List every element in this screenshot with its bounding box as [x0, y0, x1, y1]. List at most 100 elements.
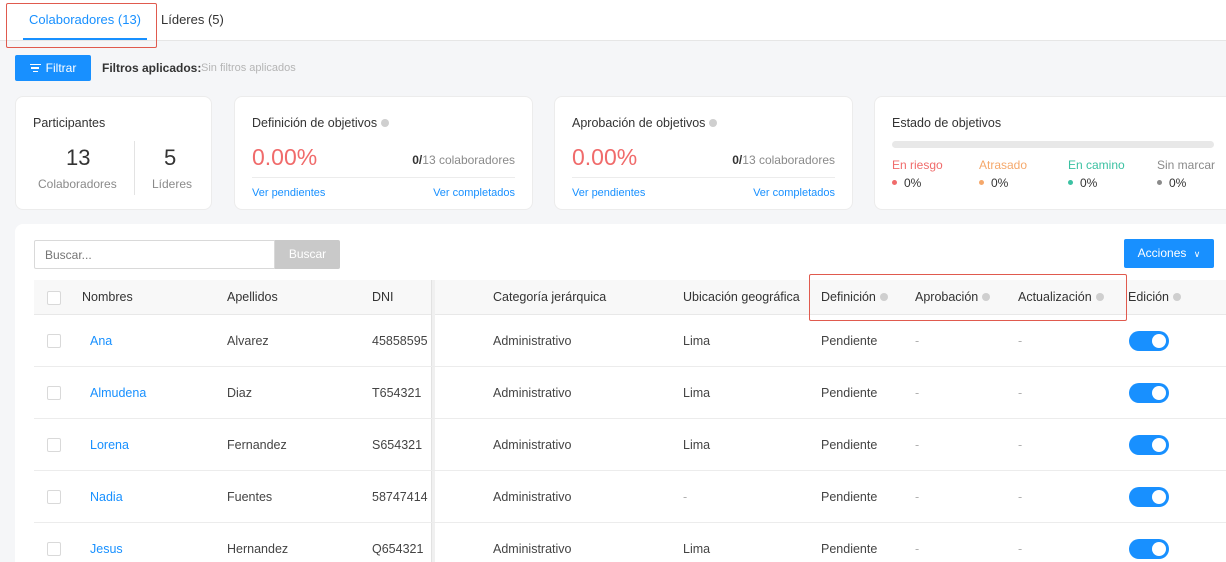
row-definicion: Pendiente — [821, 386, 878, 400]
row-aprobacion: - — [915, 334, 920, 348]
definition-divider — [252, 177, 515, 178]
row-checkbox[interactable] — [47, 542, 61, 556]
approval-completed-link[interactable]: Ver completados — [753, 187, 835, 199]
row-aprobacion: - — [915, 438, 920, 452]
row-definicion: Pendiente — [821, 438, 878, 452]
filter-icon — [29, 63, 41, 73]
row-actualizacion: - — [1018, 438, 1023, 452]
header-dni[interactable]: DNI — [372, 280, 394, 315]
status-value: 0% — [1068, 176, 1125, 190]
row-actualizacion: - — [1018, 334, 1023, 348]
status-value: 0% — [979, 176, 1027, 190]
status-value: 0% — [1157, 176, 1215, 190]
status-label: En riesgo — [892, 158, 943, 172]
definition-title-text: Definición de objetivos — [252, 116, 378, 130]
approval-ratio-num: 0/ — [732, 153, 743, 167]
approval-percent: 0.00% — [572, 144, 638, 170]
row-ubicacion: Lima — [683, 438, 711, 452]
actions-button-label: Acciones — [1137, 246, 1187, 260]
row-aprobacion: - — [915, 386, 920, 400]
header-edicion[interactable]: Edición — [1128, 280, 1181, 315]
definition-title: Definición de objetivos — [252, 116, 390, 130]
row-apellido: Alvarez — [227, 334, 269, 348]
applied-filters-value: Sin filtros aplicados — [201, 62, 296, 74]
approval-title: Aprobación de objetivos — [572, 116, 718, 130]
definition-ratio: 0/13 colaboradores — [412, 153, 515, 167]
table-row: Almudena Diaz T654321 Administrativo Lim… — [34, 367, 1226, 419]
search-input[interactable] — [34, 240, 275, 269]
status-label: Sin marcar — [1157, 158, 1216, 172]
row-checkbox[interactable] — [47, 438, 61, 452]
edicion-toggle[interactable] — [1129, 539, 1169, 559]
row-dni: S654321 — [372, 438, 423, 452]
row-categoria: Administrativo — [493, 386, 572, 400]
tab-lideres-label: Líderes (5) — [161, 12, 224, 27]
status-title: Estado de objetivos — [892, 116, 1002, 130]
table-row: Lorena Fernandez S654321 Administrativo … — [34, 419, 1226, 471]
row-nombre-link[interactable]: Almudena — [90, 367, 146, 419]
header-categoria[interactable]: Categoría jerárquica — [493, 280, 606, 315]
row-ubicacion: Lima — [683, 542, 711, 556]
participants-card: Participantes 13 Colaboradores 5 Líderes — [15, 96, 212, 210]
row-checkbox[interactable] — [47, 490, 61, 504]
status-progress-bar — [892, 141, 1214, 148]
row-nombre-link[interactable]: Nadia — [90, 471, 123, 523]
status-label: Atrasado — [979, 158, 1028, 172]
status-en-camino: En camino 0% — [1068, 158, 1125, 190]
row-checkbox[interactable] — [47, 386, 61, 400]
status-label: En camino — [1068, 158, 1125, 172]
edicion-toggle[interactable] — [1129, 383, 1169, 403]
row-definicion: Pendiente — [821, 334, 878, 348]
edicion-toggle[interactable] — [1129, 487, 1169, 507]
info-icon[interactable] — [381, 119, 390, 127]
search-button[interactable]: Buscar — [275, 240, 340, 269]
row-actualizacion: - — [1018, 490, 1023, 504]
participants-divider — [134, 141, 135, 195]
collaborators-label: Colaboradores — [38, 177, 117, 191]
edicion-toggle[interactable] — [1129, 435, 1169, 455]
actions-button[interactable]: Acciones ∨ — [1124, 239, 1214, 268]
applied-filters-label: Filtros aplicados: — [102, 61, 202, 75]
approval-title-text: Aprobación de objetivos — [572, 116, 706, 130]
row-actualizacion: - — [1018, 542, 1023, 556]
row-dni: Q654321 — [372, 542, 424, 556]
status-value: 0% — [892, 176, 943, 190]
definition-pending-link[interactable]: Ver pendientes — [252, 187, 325, 199]
edicion-toggle[interactable] — [1129, 331, 1169, 351]
row-checkbox[interactable] — [47, 334, 61, 348]
row-nombre-link[interactable]: Jesus — [90, 523, 123, 562]
row-ubicacion: - — [683, 490, 688, 504]
approval-pending-link[interactable]: Ver pendientes — [572, 187, 645, 199]
header-apellidos[interactable]: Apellidos — [227, 280, 278, 315]
select-all-checkbox[interactable] — [47, 291, 61, 305]
tab-lideres[interactable]: Líderes (5) — [161, 0, 224, 40]
header-nombres[interactable]: Nombres — [82, 280, 133, 315]
filter-button-label: Filtrar — [45, 61, 77, 75]
row-nombre-link[interactable]: Ana — [90, 315, 112, 367]
row-categoria: Administrativo — [493, 334, 572, 348]
table-row: Jesus Hernandez Q654321 Administrativo L… — [34, 523, 1226, 562]
leaders-count: 5 — [164, 145, 177, 170]
definition-completed-link[interactable]: Ver completados — [433, 187, 515, 199]
row-dni: 45858595 — [372, 334, 428, 348]
row-nombre-link[interactable]: Lorena — [90, 419, 129, 471]
row-aprobacion: - — [915, 542, 920, 556]
approval-card: Aprobación de objetivos 0.00% 0/13 colab… — [554, 96, 853, 210]
row-apellido: Fuentes — [227, 490, 273, 504]
objectives-status-card: Estado de objetivos En riesgo 0% Atrasad… — [874, 96, 1226, 210]
header-ubicacion[interactable]: Ubicación geográfica — [683, 280, 800, 315]
status-en-riesgo: En riesgo 0% — [892, 158, 943, 190]
filter-button[interactable]: Filtrar — [15, 55, 91, 81]
status-sin-marcar: Sin marcar 0% — [1157, 158, 1215, 190]
participants-title: Participantes — [33, 116, 106, 130]
columns-highlight-box — [809, 274, 1127, 321]
info-icon[interactable] — [709, 119, 718, 127]
definition-percent: 0.00% — [252, 144, 318, 170]
table-row: Ana Alvarez 45858595 Administrativo Lima… — [34, 315, 1226, 367]
row-definicion: Pendiente — [821, 490, 878, 504]
row-aprobacion: - — [915, 490, 920, 504]
definition-card: Definición de objetivos 0.00% 0/13 colab… — [234, 96, 533, 210]
definition-ratio-num: 0/ — [412, 153, 423, 167]
approval-ratio-rest: 13 colaboradores — [742, 153, 835, 167]
row-definicion: Pendiente — [821, 542, 878, 556]
